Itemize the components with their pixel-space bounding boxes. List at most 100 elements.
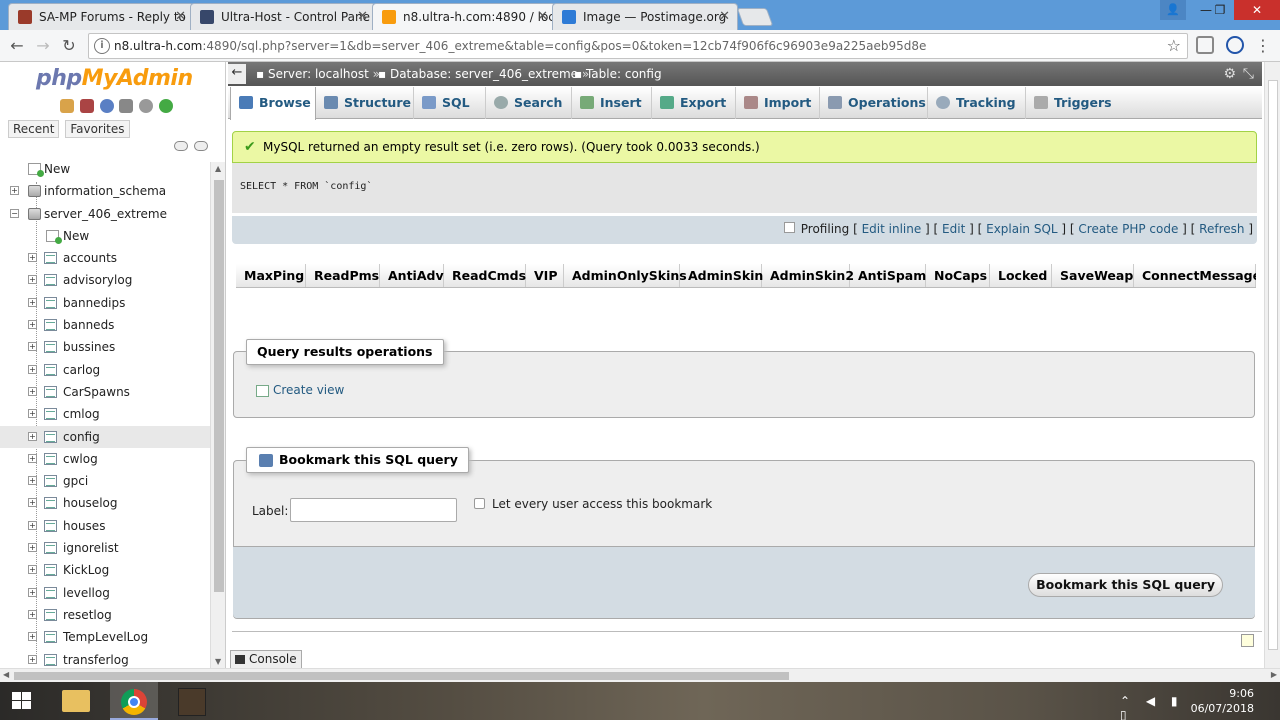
tab-structure[interactable]: Structure xyxy=(316,87,414,119)
tree-item-table[interactable]: + houselog xyxy=(0,492,210,514)
tab-tracking[interactable]: Tracking xyxy=(928,87,1026,119)
column-header[interactable]: SaveWeap xyxy=(1052,264,1134,287)
column-header[interactable]: ReadCmds xyxy=(444,264,526,287)
expand-icon[interactable]: + xyxy=(28,565,37,575)
tree-item-table[interactable]: + cwlog xyxy=(0,448,210,470)
column-header[interactable]: ReadPms xyxy=(306,264,380,287)
scroll-right-icon[interactable]: ▶ xyxy=(1271,670,1277,679)
back-arrow-icon[interactable]: ← xyxy=(6,35,28,57)
tab-search[interactable]: Search xyxy=(486,87,572,119)
horizontal-scrollbar-thumb[interactable] xyxy=(14,672,789,680)
close-icon[interactable]: ✕ xyxy=(357,4,368,30)
tree-item-table[interactable]: + KickLog xyxy=(0,559,210,581)
tree-item-table[interactable]: + resetlog xyxy=(0,604,210,626)
maximize-icon[interactable]: ❐ xyxy=(1206,0,1234,20)
browser-tab-phpmyadmin[interactable]: n8.ultra-h.com:4890 / loc ✕ xyxy=(372,3,556,30)
fullscreen-icon[interactable]: ⤡ xyxy=(1243,62,1254,86)
expand-icon[interactable]: + xyxy=(28,453,37,463)
exit-icon[interactable] xyxy=(79,98,94,113)
tray-icons[interactable]: ⌃ ◀ ▮ ▯ xyxy=(1120,694,1188,720)
expand-icon[interactable]: + xyxy=(28,498,37,508)
help-icon[interactable] xyxy=(99,98,114,113)
chrome-icon[interactable] xyxy=(110,682,158,720)
scrollbar-thumb[interactable] xyxy=(214,180,224,592)
tab-favorites[interactable]: Favorites xyxy=(65,120,130,138)
gear-icon[interactable]: ⚙ xyxy=(1223,62,1236,86)
close-icon[interactable]: ✕ xyxy=(537,4,548,30)
explain-sql-link[interactable]: Explain SQL xyxy=(986,222,1058,236)
collapse-icon[interactable]: − xyxy=(10,208,19,218)
extension-icon[interactable] xyxy=(1196,36,1214,54)
expand-icon[interactable]: + xyxy=(28,409,37,419)
breadcrumb-server[interactable]: ▪ Server: localhost » xyxy=(256,62,380,86)
expand-icon[interactable]: + xyxy=(28,364,37,374)
info-icon[interactable]: i xyxy=(94,38,110,54)
page-related-icon[interactable] xyxy=(1241,634,1254,647)
expand-icon[interactable]: + xyxy=(28,431,37,441)
browser-tab-sa-mp[interactable]: SA-MP Forums - Reply to ✕ xyxy=(8,3,194,30)
close-icon[interactable]: ✕ xyxy=(175,4,186,30)
bookmark-query-button[interactable]: Bookmark this SQL query xyxy=(1028,573,1223,597)
home-icon[interactable] xyxy=(60,98,74,113)
tree-item-table[interactable]: + config xyxy=(0,425,210,448)
reload-navigation-icon[interactable] xyxy=(159,98,174,113)
expand-icon[interactable]: + xyxy=(28,253,37,263)
expand-icon[interactable]: + xyxy=(10,186,19,196)
menu-dots-icon[interactable]: ⋮ xyxy=(1252,35,1274,57)
tree-item-new[interactable]: New xyxy=(0,158,210,180)
expand-icon[interactable]: + xyxy=(28,320,37,330)
tab-operations[interactable]: Operations xyxy=(820,87,928,119)
edit-inline-link[interactable]: Edit inline xyxy=(862,222,922,236)
expand-icon[interactable]: + xyxy=(28,520,37,530)
new-tab-button[interactable] xyxy=(736,8,774,26)
close-icon[interactable]: ✕ xyxy=(719,4,730,30)
scroll-down-icon[interactable]: ▼ xyxy=(215,657,221,666)
expand-icon[interactable]: + xyxy=(28,654,37,664)
tree-item-table[interactable]: + carlog xyxy=(0,359,210,381)
expand-icon[interactable]: + xyxy=(28,543,37,553)
console-tab[interactable]: Console xyxy=(230,650,302,668)
tab-insert[interactable]: Insert xyxy=(572,87,652,119)
column-header[interactable]: Locked xyxy=(990,264,1052,287)
refresh-link[interactable]: Refresh xyxy=(1199,222,1244,236)
column-header[interactable]: AntiAdv xyxy=(380,264,444,287)
tree-item-table[interactable]: + TempLevelLog xyxy=(0,626,210,648)
tree-item-table[interactable]: + accounts xyxy=(0,247,210,269)
tree-item-table[interactable]: + banneds xyxy=(0,314,210,336)
expand-icon[interactable]: + xyxy=(28,342,37,352)
create-view-link[interactable]: Create view xyxy=(256,383,344,397)
reload-icon[interactable]: ↻ xyxy=(58,35,80,57)
share-bookmark-checkbox[interactable] xyxy=(474,498,485,509)
column-header[interactable]: AdminOnlySkins xyxy=(564,264,687,287)
link-with-main-icon[interactable] xyxy=(193,141,208,151)
collapse-all-icon[interactable] xyxy=(174,141,188,151)
profiling-checkbox[interactable] xyxy=(783,222,795,233)
address-bar[interactable]: i n8.ultra-h.com:4890/sql.php?server=1&d… xyxy=(88,33,1188,59)
tab-recent[interactable]: Recent xyxy=(8,120,60,138)
create-php-code-link[interactable]: Create PHP code xyxy=(1078,222,1178,236)
bookmark-star-icon[interactable]: ☆ xyxy=(1167,36,1181,55)
column-header[interactable]: AdminSkin xyxy=(680,264,763,287)
browser-tab-ultra-host[interactable]: Ultra-Host - Control Pane ✕ xyxy=(190,3,376,30)
tab-import[interactable]: Import xyxy=(736,87,820,119)
collapse-navigation-icon[interactable]: ← xyxy=(228,64,246,84)
tab-export[interactable]: Export xyxy=(652,87,736,119)
tree-item-table[interactable]: + bannedips xyxy=(0,292,210,314)
settings-icon[interactable] xyxy=(139,98,154,113)
column-header[interactable]: MaxPing xyxy=(236,264,306,287)
expand-icon[interactable]: + xyxy=(28,632,37,642)
column-header[interactable]: NoCaps xyxy=(926,264,990,287)
expand-icon[interactable]: + xyxy=(28,587,37,597)
tree-item-db-new[interactable]: New xyxy=(0,225,210,247)
expand-icon[interactable]: + xyxy=(28,386,37,396)
tree-item-table[interactable]: + CarSpawns xyxy=(0,381,210,403)
breadcrumb-table[interactable]: ▪ Table: config xyxy=(574,62,662,86)
breadcrumb-database[interactable]: ▪ Database: server_406_extreme » xyxy=(378,62,589,86)
tree-item-table[interactable]: + gpci xyxy=(0,470,210,492)
tree-item-information-schema[interactable]: + information_schema xyxy=(0,180,210,202)
column-header[interactable]: AdminSkin2 xyxy=(762,264,854,287)
column-header[interactable]: VIP xyxy=(526,264,564,287)
column-header[interactable]: ConnectMessages xyxy=(1134,264,1256,287)
scroll-up-icon[interactable]: ▲ xyxy=(215,164,221,173)
forward-arrow-icon[interactable]: → xyxy=(32,35,54,57)
